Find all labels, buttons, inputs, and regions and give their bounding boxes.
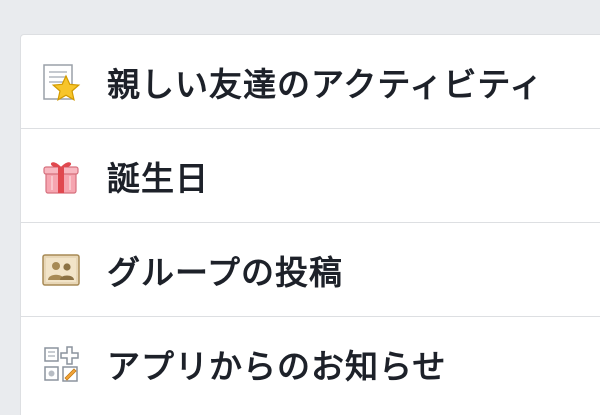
menu-item-close-friends-activity[interactable]: 親しい友達のアクティビティ xyxy=(21,35,600,129)
menu-item-label: 親しい友達のアクティビティ xyxy=(107,64,544,104)
gift-icon xyxy=(41,156,81,196)
star-note-icon xyxy=(41,62,81,102)
menu-item-label: アプリからのお知らせ xyxy=(107,347,447,386)
menu-item-label: グループの投稿 xyxy=(107,252,344,292)
menu-item-group-posts[interactable]: グループの投稿 xyxy=(21,223,600,317)
menu-item-app-notifications[interactable]: アプリからのお知らせ xyxy=(21,317,600,411)
group-people-icon xyxy=(41,250,81,290)
menu-item-birthdays[interactable]: 誕生日 xyxy=(21,129,600,223)
apps-icon xyxy=(41,344,81,384)
menu-item-label: 誕生日 xyxy=(107,158,209,198)
notification-menu-panel: 親しい友達のアクティビティ 誕生日 グループの投稿 アプリからのお知らせ xyxy=(20,34,600,415)
